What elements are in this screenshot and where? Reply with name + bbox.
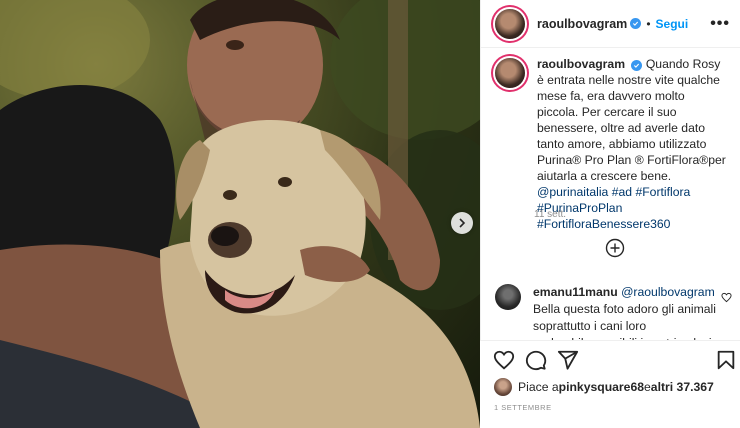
post-date[interactable]: 1 SETTEMBRE — [494, 403, 552, 412]
likes-prefix: Piace a — [518, 380, 559, 394]
header-username[interactable]: raoulbovagram — [537, 17, 627, 31]
heart-icon[interactable] — [493, 349, 515, 371]
separator-dot: • — [646, 16, 651, 31]
comment-text: Bella questa foto adoro gli animali — [533, 302, 716, 316]
caption-timestamp[interactable]: 11 sett. — [534, 209, 566, 220]
post-caption: raoulbovagram Quando Rosy è entrata nell… — [491, 56, 735, 232]
comment-avatar[interactable] — [495, 284, 521, 310]
comment-username[interactable]: emanu11manu — [533, 285, 618, 299]
more-options-icon[interactable]: ••• — [710, 15, 730, 33]
comment-like-heart-icon[interactable] — [721, 292, 732, 303]
comment-text: soprattutto i cani loro — [533, 319, 647, 333]
comment-bubble-icon[interactable] — [525, 349, 547, 371]
tag-link[interactable]: @purinaitalia — [537, 185, 608, 199]
likes-summary: Piace a pinkysquare68 e altri 37.367 — [494, 378, 714, 396]
avatar[interactable] — [495, 8, 525, 39]
comment-mention[interactable]: @raoulbovagram — [621, 285, 715, 299]
post-actions-bar: Piace a pinkysquare68 e altri 37.367 1 S… — [480, 340, 740, 428]
caption-body: raoulbovagram Quando Rosy è entrata nell… — [537, 56, 727, 232]
likes-middle: e — [644, 380, 651, 394]
carousel-next-button[interactable] — [451, 212, 473, 234]
chevron-right-icon — [459, 218, 466, 228]
caption-username[interactable]: raoulbovagram — [537, 57, 625, 71]
liker-avatar[interactable] — [494, 378, 512, 396]
verified-badge-icon — [630, 18, 642, 29]
caption-tags: @purinaitalia #ad #Fortiflora #PurinaPro… — [537, 185, 690, 231]
tag-link[interactable]: #ad — [612, 185, 632, 199]
paper-plane-icon[interactable] — [557, 349, 579, 371]
plus-circle-icon[interactable] — [605, 238, 625, 258]
liker-username[interactable]: pinkysquare68 — [559, 380, 644, 394]
verified-badge-icon — [631, 60, 643, 71]
tag-link[interactable]: #Fortiflora — [635, 185, 690, 199]
photo-illustration — [0, 0, 480, 428]
caption-text: Quando Rosy è entrata nelle nostre vite … — [537, 57, 726, 183]
post-photo[interactable] — [0, 0, 480, 428]
post-header: raoulbovagram • Segui ••• — [481, 0, 740, 48]
follow-button[interactable]: Segui — [656, 17, 689, 31]
bookmark-icon[interactable] — [715, 349, 737, 371]
caption-avatar[interactable] — [495, 58, 525, 88]
likes-count[interactable]: altri 37.367 — [651, 380, 714, 394]
